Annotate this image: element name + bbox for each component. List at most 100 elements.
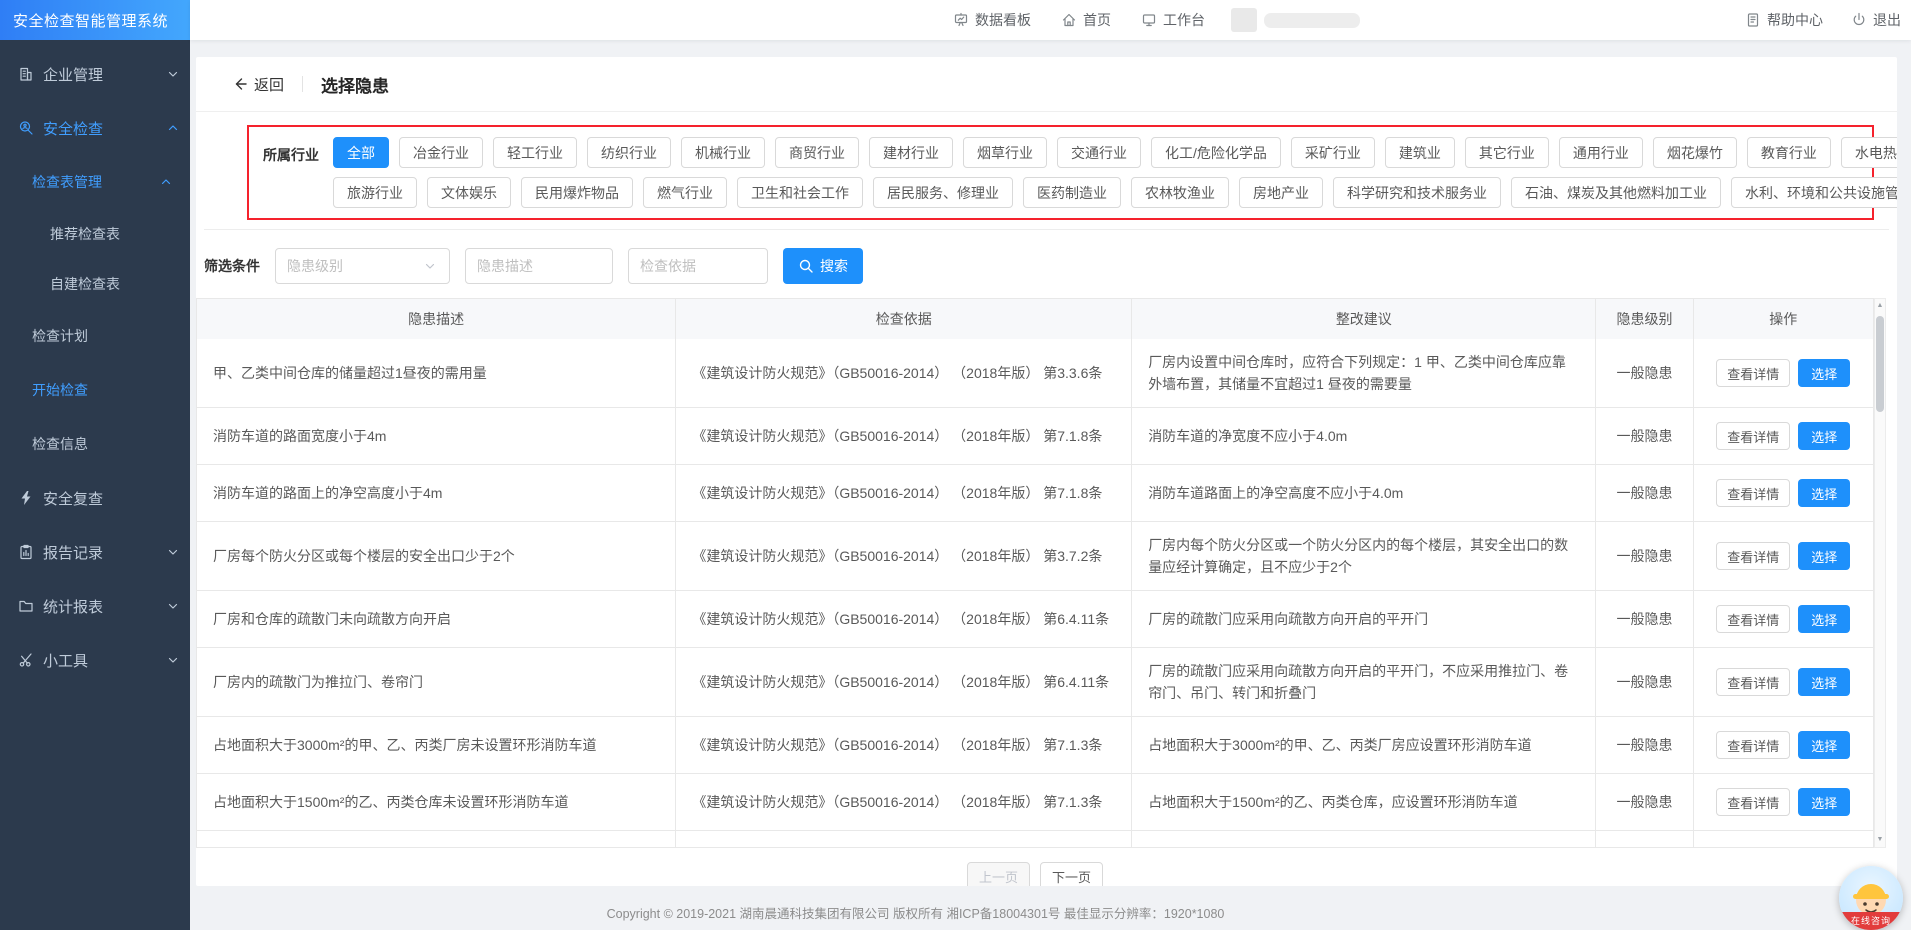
hazard-desc-cell: 甲、乙类中间仓库的储量超过1昼夜的需用量 bbox=[197, 339, 676, 407]
industry-tag[interactable]: 民用爆炸物品 bbox=[521, 177, 633, 208]
topbar-item-home[interactable]: 首页 bbox=[1061, 10, 1111, 30]
industry-tag[interactable]: 化工/危险化学品 bbox=[1151, 137, 1281, 168]
chat-widget[interactable]: 在线咨询 bbox=[1839, 866, 1903, 930]
industry-highlight-box: 所属行业 全部 冶金行业 轻工行业 纺织行业 机械行业 商贸行业 建材行业 烟草… bbox=[247, 125, 1874, 220]
sidebar-item-self-built-checklist[interactable]: 自建检查表 bbox=[0, 259, 190, 309]
industry-tag[interactable]: 采矿行业 bbox=[1291, 137, 1375, 168]
sidebar-item-statistics-reports[interactable]: 统计报表 bbox=[0, 579, 190, 633]
sidebar-item-report-records[interactable]: 报告记录 bbox=[0, 525, 190, 579]
sidebar-item-inspection-plan[interactable]: 检查计划 bbox=[0, 309, 190, 363]
column-header-actions: 操作 bbox=[1694, 299, 1873, 339]
sidebar-item-safety-inspection[interactable]: 安全检查 bbox=[0, 101, 190, 155]
industry-tag[interactable]: 烟花爆竹 bbox=[1653, 137, 1737, 168]
industry-tag[interactable]: 通用行业 bbox=[1559, 137, 1643, 168]
monitor-icon bbox=[1141, 12, 1157, 28]
select-button[interactable]: 选择 bbox=[1798, 542, 1850, 570]
sidebar-item-start-inspection[interactable]: 开始检查 bbox=[0, 363, 190, 417]
industry-tag[interactable]: 旅游行业 bbox=[333, 177, 417, 208]
select-button[interactable]: 选择 bbox=[1798, 479, 1850, 507]
industry-tag[interactable]: 卫生和社会工作 bbox=[737, 177, 863, 208]
hazard-desc-input[interactable] bbox=[465, 248, 613, 284]
industry-tag[interactable]: 农林牧渔业 bbox=[1131, 177, 1229, 208]
table-scrollbar[interactable]: ▲ ▼ bbox=[1874, 298, 1886, 848]
industry-tag[interactable]: 轻工行业 bbox=[493, 137, 577, 168]
basis-cell: 《建筑设计防火规范》（GB50016-2014） （2018年版） 第6.4.1… bbox=[676, 648, 1132, 716]
sidebar-item-tools[interactable]: 小工具 bbox=[0, 633, 190, 687]
industry-tag[interactable]: 烟草行业 bbox=[963, 137, 1047, 168]
sidebar-menu: 企业管理 安全检查 检查表管理 推荐检查表 自建检查表 检查计划 bbox=[0, 40, 190, 687]
sidebar-item-enterprise-management[interactable]: 企业管理 bbox=[0, 47, 190, 101]
view-detail-button[interactable]: 查看详情 bbox=[1716, 731, 1790, 759]
view-detail-button[interactable]: 查看详情 bbox=[1716, 605, 1790, 633]
view-detail-button[interactable]: 查看详情 bbox=[1716, 479, 1790, 507]
view-detail-button[interactable]: 查看详情 bbox=[1716, 359, 1790, 387]
industry-tag[interactable]: 纺织行业 bbox=[587, 137, 671, 168]
basis-cell: 《建筑设计防火规范》（GB50016-2014） （2018年版） 第3.3.6… bbox=[676, 339, 1132, 407]
view-detail-button[interactable]: 查看详情 bbox=[1716, 668, 1790, 696]
industry-tag[interactable]: 居民服务、修理业 bbox=[873, 177, 1013, 208]
select-button[interactable]: 选择 bbox=[1798, 605, 1850, 633]
industry-tag[interactable]: 燃气行业 bbox=[643, 177, 727, 208]
topbar-item-logout[interactable]: 退出 bbox=[1851, 10, 1901, 30]
hazard-level-select[interactable]: 隐患级别 bbox=[275, 248, 450, 284]
industry-tag[interactable]: 其它行业 bbox=[1465, 137, 1549, 168]
sidebar-item-inspection-info[interactable]: 检查信息 bbox=[0, 417, 190, 471]
suggestion-cell: 厂房内每个防火分区或一个防火分区内的每个楼层，其安全出口的数量应经计算确定，且不… bbox=[1132, 522, 1596, 590]
industry-tag[interactable]: 文体娱乐 bbox=[427, 177, 511, 208]
view-detail-button[interactable]: 查看详情 bbox=[1716, 542, 1790, 570]
sidebar-item-recommended-checklist[interactable]: 推荐检查表 bbox=[0, 209, 190, 259]
level-cell: 一般隐患 bbox=[1596, 339, 1693, 407]
industry-tag[interactable]: 交通行业 bbox=[1057, 137, 1141, 168]
scrollbar-thumb[interactable] bbox=[1876, 316, 1884, 412]
level-cell: 一般隐患 bbox=[1596, 648, 1693, 716]
industry-tag[interactable]: 教育行业 bbox=[1747, 137, 1831, 168]
suggestion-cell: 厂房的疏散门应采用向疏散方向开启的平开门 bbox=[1132, 591, 1596, 647]
select-button[interactable]: 选择 bbox=[1798, 422, 1850, 450]
industry-tag[interactable]: 石油、煤炭及其他燃料加工业 bbox=[1511, 177, 1721, 208]
select-button[interactable]: 选择 bbox=[1798, 359, 1850, 387]
back-button[interactable]: 返回 bbox=[232, 74, 284, 95]
industry-tag[interactable]: 医药制造业 bbox=[1023, 177, 1121, 208]
sidebar-item-label: 小工具 bbox=[43, 650, 88, 671]
industry-tag[interactable]: 商贸行业 bbox=[775, 137, 859, 168]
industry-tag[interactable]: 科学研究和技术服务业 bbox=[1333, 177, 1501, 208]
hazard-desc-cell: 厂房每个防火分区或每个楼层的安全出口少于2个 bbox=[197, 522, 676, 590]
industry-tag-row-2: 旅游行业 文体娱乐 民用爆炸物品 燃气行业 卫生和社会工作 居民服务、修理业 医… bbox=[333, 177, 1897, 208]
search-label: 搜索 bbox=[820, 256, 848, 276]
select-button[interactable]: 选择 bbox=[1798, 731, 1850, 759]
suggestion-cell: 厂房内设置中间仓库时，应符合下列规定：1 甲、乙类中间仓库应靠外墙布置，其储量不… bbox=[1132, 339, 1596, 407]
prev-page-button[interactable]: 上一页 bbox=[967, 862, 1030, 886]
select-button[interactable]: 选择 bbox=[1798, 668, 1850, 696]
sidebar-item-safety-recheck[interactable]: 安全复查 bbox=[0, 471, 190, 525]
search-button[interactable]: 搜索 bbox=[783, 248, 863, 284]
topbar-item-help-center[interactable]: 帮助中心 bbox=[1745, 10, 1823, 30]
industry-tag-selected[interactable]: 全部 bbox=[333, 137, 389, 168]
inspection-basis-input[interactable] bbox=[628, 248, 768, 284]
industry-tag[interactable]: 机械行业 bbox=[681, 137, 765, 168]
topbar-item-workbench[interactable]: 工作台 bbox=[1141, 10, 1205, 30]
topbar-item-label: 工作台 bbox=[1163, 10, 1205, 30]
industry-tag[interactable]: 建筑业 bbox=[1385, 137, 1455, 168]
scroll-down-arrow[interactable]: ▼ bbox=[1877, 833, 1884, 847]
industry-tag[interactable]: 房地产业 bbox=[1239, 177, 1323, 208]
next-page-button[interactable]: 下一页 bbox=[1040, 862, 1103, 886]
table-row: 厂房和仓库的疏散门未向疏散方向开启 《建筑设计防火规范》（GB50016-201… bbox=[197, 590, 1873, 647]
app-title: 安全检查智能管理系统 bbox=[0, 0, 190, 40]
user-name-redacted bbox=[1231, 8, 1360, 32]
hazard-desc-cell: 占地面积大于1500m²的乙、丙类仓库未设置环形消防车道 bbox=[197, 774, 676, 830]
table-header-row: 隐患描述 检查依据 整改建议 隐患级别 操作 bbox=[197, 299, 1873, 339]
view-detail-button[interactable]: 查看详情 bbox=[1716, 422, 1790, 450]
industry-tag[interactable]: 水利、环境和公共设施管理业 bbox=[1731, 177, 1897, 208]
scroll-up-arrow[interactable]: ▲ bbox=[1877, 299, 1884, 313]
topbar-item-dashboard[interactable]: 数据看板 bbox=[953, 10, 1031, 30]
industry-tag[interactable]: 水电热力行业 bbox=[1841, 137, 1897, 168]
sidebar-item-checklist-management[interactable]: 检查表管理 bbox=[0, 155, 190, 209]
chevron-up-icon bbox=[165, 120, 181, 136]
view-detail-button[interactable]: 查看详情 bbox=[1716, 788, 1790, 816]
basis-cell: 《建筑设计防火规范》（GB50016-2014） （2018年版） 第7.1.8… bbox=[676, 408, 1132, 464]
topbar: 数据看板 首页 工作台 帮助中心 退出 bbox=[190, 0, 1911, 40]
select-button[interactable]: 选择 bbox=[1798, 788, 1850, 816]
industry-tag[interactable]: 冶金行业 bbox=[399, 137, 483, 168]
level-cell: 一般隐患 bbox=[1596, 591, 1693, 647]
industry-tag[interactable]: 建材行业 bbox=[869, 137, 953, 168]
